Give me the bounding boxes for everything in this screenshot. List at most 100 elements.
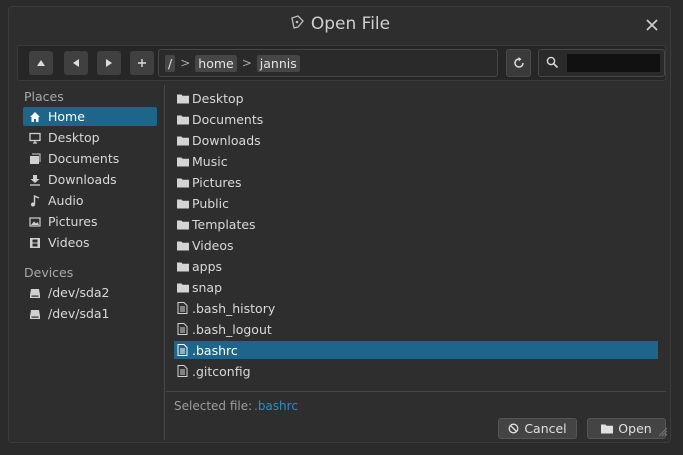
path-separator: > [241,56,252,70]
search-icon [546,56,559,72]
file-name: Desktop [192,90,244,106]
sidebar-item-home[interactable]: Home [23,107,157,126]
list-item-selected[interactable]: .bashrc [174,341,658,359]
path-separator: > [180,56,191,70]
sidebar-item-desktop[interactable]: Desktop [23,128,157,147]
folder-icon [177,260,189,272]
list-item[interactable]: Videos [174,236,658,254]
file-name: Downloads [192,132,261,148]
close-icon [646,19,658,31]
list-item[interactable]: Desktop [174,89,658,107]
sidebar-item-label: Pictures [48,214,98,229]
sidebar-item-label: Downloads [48,172,117,187]
sidebar-item-label: Documents [48,151,120,166]
up-arrow-icon [37,60,45,66]
sidebar-item-label: Home [48,109,85,124]
list-item[interactable]: Templates [174,215,658,233]
sidebar-item-documents[interactable]: Documents [23,149,157,168]
file-icon [177,344,189,356]
file-name: .bash_history [192,300,276,316]
close-button[interactable] [644,17,660,33]
forward-arrow-icon [106,59,112,67]
sidebar-item-downloads[interactable]: Downloads [23,170,157,189]
folder-icon [177,92,189,104]
monitor-icon [28,131,42,145]
path-segment-jannis[interactable]: jannis [256,54,300,72]
sidebar-item-videos[interactable]: Videos [23,233,157,252]
list-item[interactable]: apps [174,257,658,275]
list-item[interactable]: Public [174,194,658,212]
open-file-dialog: Open File / > home > jannis Places Home … [8,6,671,443]
file-name: Music [192,153,228,169]
sidebar-item-label: Audio [48,193,84,208]
file-name: Pictures [192,174,242,190]
download-icon [28,173,42,187]
search-input[interactable] [567,54,660,72]
folder-icon [177,176,189,188]
selected-file-value: .bashrc [254,399,298,413]
path-bar: / > home > jannis [158,49,498,77]
file-name: .gitconfig [192,363,251,379]
home-icon [28,110,42,124]
sidebar-item-label: /dev/sda1 [48,306,110,321]
file-name: Documents [192,111,264,127]
cancel-button-label: Cancel [524,421,567,436]
sidebar-item-dev-sda1[interactable]: /dev/sda1 [23,304,157,323]
cancel-icon [508,423,519,434]
sidebar-item-pictures[interactable]: Pictures [23,212,157,231]
list-item[interactable]: .bash_history [174,299,658,317]
back-arrow-icon [73,59,79,67]
file-name: apps [192,258,223,274]
list-item[interactable]: .bash_logout [174,320,658,338]
dialog-title: Open File [9,14,670,36]
image-icon [28,215,42,229]
list-item[interactable]: snap [174,278,658,296]
sidebar-item-dev-sda2[interactable]: /dev/sda2 [23,283,157,302]
drive-icon [28,307,42,321]
folder-icon [177,155,189,167]
refresh-icon [513,57,524,68]
open-button-label: Open [618,421,652,436]
cancel-button[interactable]: Cancel [498,418,577,439]
refresh-button[interactable] [506,49,531,77]
sidebar-item-label: Videos [48,235,90,250]
file-name: .bashrc [192,342,238,358]
dialog-title-text: Open File [310,14,391,34]
toolbar: / > home > jannis [17,45,666,81]
devices-title: Devices [24,265,74,280]
folder-icon [177,281,189,293]
resize-grip-icon[interactable] [658,426,668,440]
up-button[interactable] [29,51,53,75]
search-box [538,49,665,77]
list-item[interactable]: Pictures [174,173,658,191]
file-icon [177,365,189,377]
sidebar: Places Home Desktop Documents Downloads … [17,85,165,440]
list-item[interactable]: Downloads [174,131,658,149]
plus-icon [138,59,146,67]
list-item[interactable]: Music [174,152,658,170]
folder-icon [177,239,189,251]
folder-icon [601,423,614,434]
sidebar-item-audio[interactable]: Audio [23,191,157,210]
new-folder-button[interactable] [130,51,154,75]
sidebar-item-label: /dev/sda2 [48,285,110,300]
forward-button[interactable] [97,51,121,75]
folder-icon [177,134,189,146]
path-segment-root[interactable]: / [165,54,176,72]
file-name: .bash_logout [192,321,272,337]
places-title: Places [24,89,64,104]
title-bar: Open File [9,7,670,43]
folder-icon [177,113,189,125]
file-list: Desktop Documents Downloads Music Pictur… [166,85,666,392]
drive-icon [28,286,42,300]
list-item[interactable]: .gitconfig [174,362,658,380]
selected-file-label: Selected file: [174,399,253,413]
open-button[interactable]: Open [587,418,666,439]
sidebar-item-label: Desktop [48,130,100,145]
file-name: Templates [192,216,256,232]
path-segment-home[interactable]: home [195,54,237,72]
list-item[interactable]: Documents [174,110,658,128]
back-button[interactable] [64,51,88,75]
folder-icon [177,197,189,209]
folder-icon [177,218,189,230]
